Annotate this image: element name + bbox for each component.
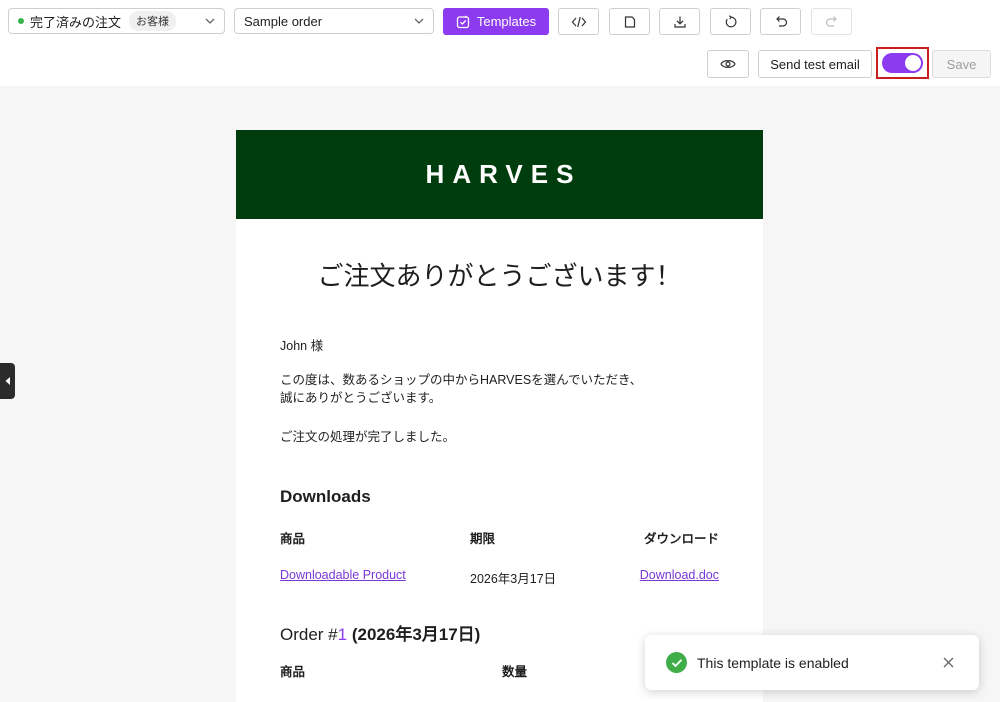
reset-icon (725, 14, 736, 27)
highlight-frame (876, 47, 929, 79)
save-button[interactable]: Save (932, 50, 991, 78)
undo-icon (775, 15, 787, 27)
greeting: John 様 (280, 339, 324, 353)
completed-text: ご注文の処理が完了しました。 (280, 430, 456, 444)
toast-message: This template is enabled (697, 655, 849, 671)
email-title: ご注文ありがとうございます！ (317, 261, 682, 291)
body-line: 誠にありがとうございます。 (280, 391, 442, 405)
toggle-knob (905, 55, 921, 71)
order-prefix: Order # (280, 625, 338, 644)
toolbar-secondary: Send test email Save (0, 44, 1000, 86)
body-text: この度は、数あるショップの中からHARVESを選んでいただき、 誠にありがとうご… (280, 371, 642, 407)
copy-button[interactable] (609, 8, 650, 35)
copy-icon (624, 15, 635, 28)
status-dot (18, 18, 24, 24)
code-view-button[interactable] (558, 8, 599, 35)
order-header-quantity: 数量 (502, 665, 528, 679)
redo-button[interactable] (811, 8, 852, 35)
chevron-down-icon (414, 18, 424, 24)
reset-button[interactable] (710, 8, 751, 35)
recipient-badge: お客様 (129, 11, 177, 31)
email-preview: HARVES ご注文ありがとうございます！ John 様 この度は、数あるショッ… (236, 130, 763, 702)
save-label: Save (946, 56, 977, 72)
check-circle-icon (666, 652, 687, 673)
email-header: HARVES (236, 130, 763, 219)
close-icon[interactable] (941, 655, 955, 669)
download-product-link[interactable]: Downloadable Product (280, 568, 406, 582)
download-button[interactable] (659, 8, 700, 35)
email-type-select[interactable]: 完了済みの注文 お客様 (8, 8, 225, 34)
enable-template-toggle[interactable] (882, 53, 923, 73)
downloads-header-expires: 期限 (470, 532, 496, 546)
download-icon (673, 16, 686, 28)
send-test-email-label: Send test email (770, 56, 860, 72)
body-line: この度は、数あるショップの中からHARVESを選んでいただき、 (280, 373, 643, 387)
undo-button[interactable] (760, 8, 801, 35)
brand-logo: HARVES (425, 159, 582, 189)
order-header-product: 商品 (280, 665, 306, 679)
redo-icon (825, 15, 837, 27)
templates-button[interactable]: Templates (443, 8, 549, 35)
download-expiry: 2026年3月17日 (470, 572, 557, 586)
downloads-heading: Downloads (280, 487, 371, 506)
chevron-down-icon (205, 18, 215, 24)
order-heading: Order #1 (2026年3月17日) (280, 620, 480, 645)
send-test-email-button[interactable]: Send test email (758, 50, 872, 78)
download-file-link[interactable]: Download.doc (640, 568, 719, 582)
preview-button[interactable] (707, 50, 749, 78)
toast-notification: This template is enabled (645, 635, 979, 690)
email-type-label: 完了済みの注文 (30, 14, 122, 30)
templates-label: Templates (476, 14, 537, 29)
sidebar-toggle[interactable] (0, 363, 15, 399)
eye-icon (720, 60, 736, 68)
sample-order-select[interactable]: Sample order (234, 8, 434, 34)
downloads-header-download: ダウンロード (643, 532, 719, 546)
sample-order-label: Sample order (244, 13, 323, 29)
order-number-link[interactable]: 1 (338, 625, 347, 644)
order-date: (2026年3月17日) (351, 625, 481, 644)
downloads-header-product: 商品 (280, 532, 306, 546)
templates-icon (456, 15, 470, 28)
code-icon (571, 16, 586, 27)
toolbar: 完了済みの注文 お客様 Sample order Templates (0, 0, 1000, 44)
caret-left-icon (5, 377, 10, 385)
